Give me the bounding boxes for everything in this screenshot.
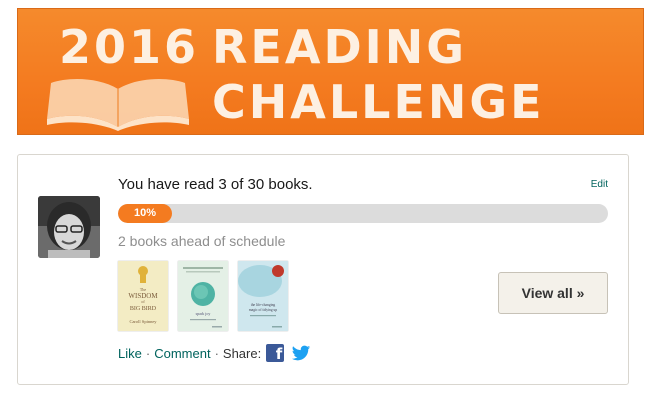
share-label: Share:	[222, 345, 262, 361]
book-3-title-line-1: the life-changing	[251, 303, 276, 307]
challenge-card: You have read 3 of 30 books. Edit 10% 2 …	[17, 154, 629, 385]
schedule-status: 2 books ahead of schedule	[118, 233, 286, 249]
progress-bar: 10%	[118, 204, 608, 223]
book-cover-life-changing-magic[interactable]: the life-changing magic of tidying up	[238, 261, 288, 331]
social-actions: Like · Comment · Share: f	[118, 344, 311, 363]
book-cover-spark-joy[interactable]: spark joy	[178, 261, 228, 331]
progress-label: 10%	[133, 207, 157, 219]
book-1-title-line-4: BIG BIRD	[130, 306, 157, 312]
read-status-text: You have read 3 of 30 books.	[118, 176, 313, 193]
avatar[interactable]	[38, 196, 100, 258]
banner-word-challenge: CHALLENGE	[212, 75, 545, 129]
banner-year: 2016	[59, 20, 200, 74]
book-3-title-line-2: magic of tidying up	[249, 308, 277, 312]
like-link[interactable]: Like	[118, 346, 142, 361]
comment-link[interactable]: Comment	[154, 346, 210, 361]
book-cover-wisdom-of-big-bird[interactable]: The WISDOM of BIG BIRD Caroll Spinney	[118, 261, 168, 331]
open-book-icon	[47, 79, 189, 131]
twitter-icon[interactable]	[291, 345, 311, 362]
separator-dot: ·	[145, 345, 151, 361]
banner-word-reading: READING	[212, 20, 467, 74]
facebook-icon[interactable]: f	[266, 344, 285, 363]
reading-challenge-banner: 2016 READING CHALLENGE	[17, 8, 644, 135]
separator-dot: ·	[214, 345, 219, 361]
book-1-author: Caroll Spinney	[129, 319, 157, 324]
view-all-button[interactable]: View all »	[498, 272, 608, 314]
edit-link[interactable]: Edit	[591, 179, 608, 190]
book-2-title: spark joy	[196, 311, 211, 316]
avatar-photo	[38, 196, 100, 258]
